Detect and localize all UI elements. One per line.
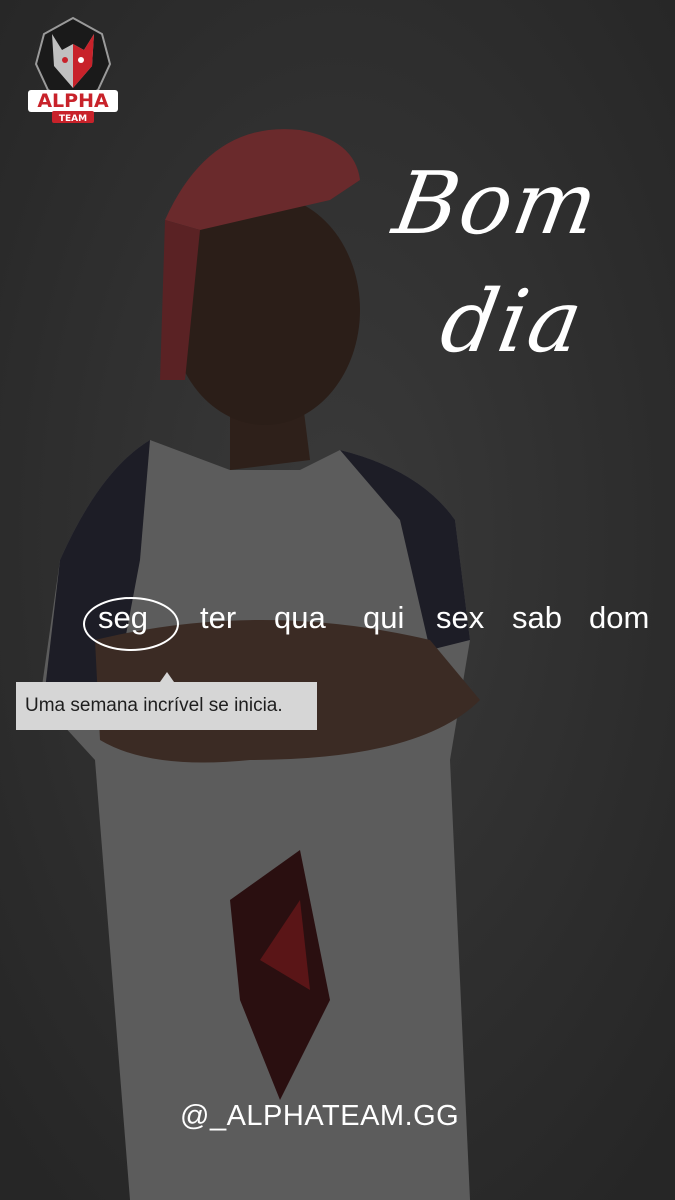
logo-text-top: ALPHA [37, 90, 109, 112]
day-qui[interactable]: qui [363, 600, 404, 636]
day-ter[interactable]: ter [200, 600, 236, 636]
greeting-title: Bom dia [364, 145, 675, 381]
logo-text-bottom: TEAM [59, 114, 87, 124]
greeting-line-1: Bom [386, 154, 607, 254]
social-handle[interactable]: @_ALPHATEAM.GG [180, 1100, 459, 1133]
day-qua[interactable]: qua [274, 600, 326, 636]
day-sab[interactable]: sab [512, 600, 562, 636]
day-tooltip: Uma semana incrível se inicia. [16, 682, 317, 730]
day-seg[interactable]: seg [98, 600, 148, 636]
day-sex[interactable]: sex [436, 600, 484, 636]
alpha-team-logo: ALPHA TEAM [28, 16, 118, 124]
day-dom[interactable]: dom [589, 600, 649, 636]
weekday-selector: seg ter qua qui sex sab dom [98, 600, 668, 646]
tooltip-arrow [160, 672, 174, 682]
greeting-line-2: dia [433, 272, 592, 372]
